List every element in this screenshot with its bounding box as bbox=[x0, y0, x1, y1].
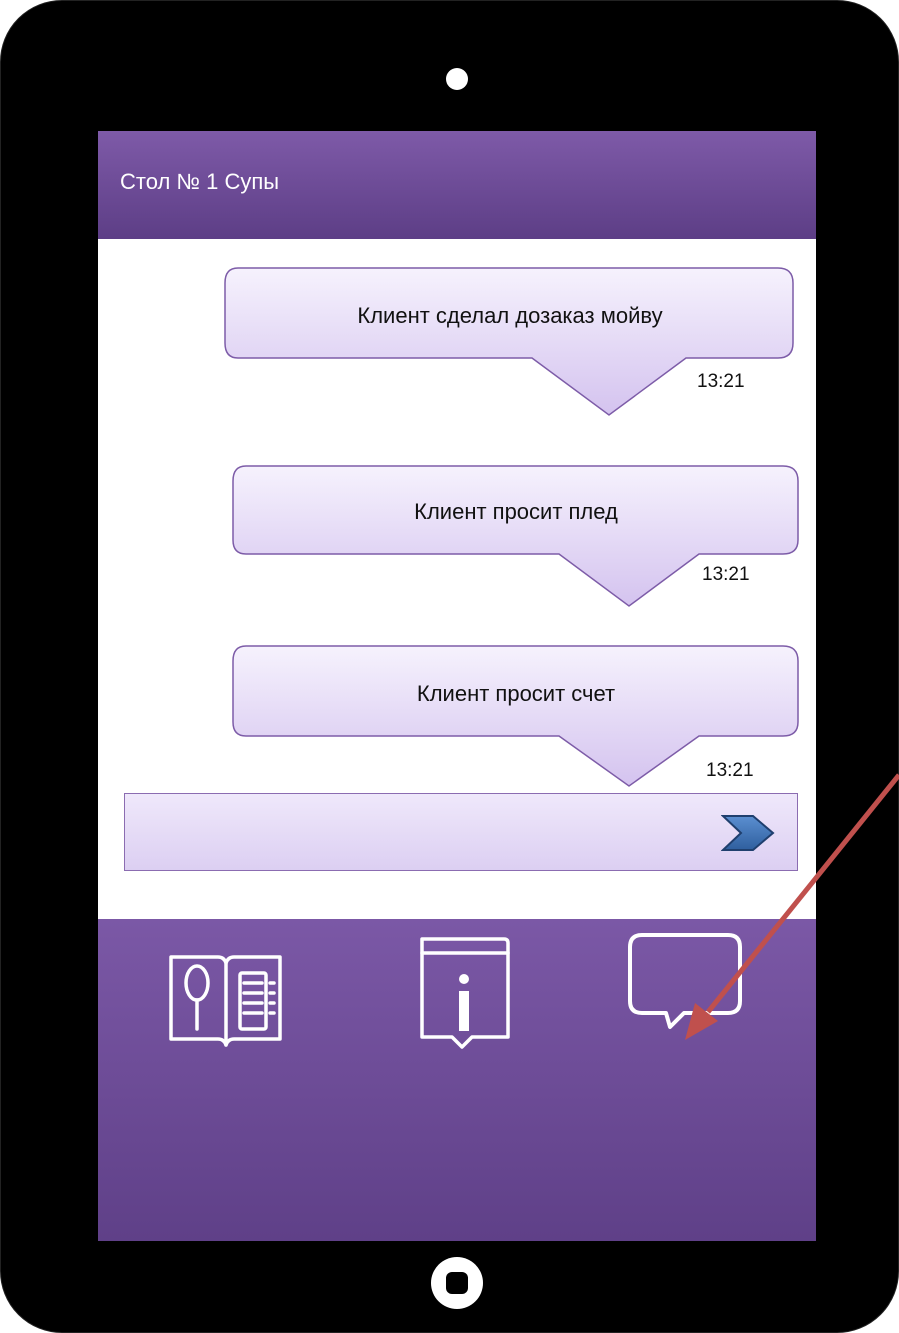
message-text: Клиент сделал дозаказ мойву bbox=[357, 303, 663, 328]
message-time: 13:21 bbox=[702, 564, 750, 585]
app-screen: Стол № 1 Супы Клиент сделал дозаказ мойв… bbox=[98, 131, 816, 1241]
message-text: Клиент просит счет bbox=[416, 681, 616, 706]
message-text: Клиент просит плед bbox=[414, 499, 618, 524]
message-bubble[interactable]: Клиент просит счет 13:21 bbox=[232, 645, 800, 789]
tablet-frame: Стол № 1 Супы Клиент сделал дозаказ мойв… bbox=[0, 0, 899, 1333]
app-header: Стол № 1 Супы bbox=[98, 131, 816, 239]
home-button[interactable] bbox=[431, 1257, 483, 1309]
message-time: 13:21 bbox=[697, 371, 745, 392]
chat-icon[interactable] bbox=[626, 931, 744, 1039]
message-bubble[interactable]: Клиент сделал дозаказ мойву 13:21 bbox=[224, 267, 796, 417]
camera-dot bbox=[446, 68, 468, 90]
send-icon[interactable] bbox=[721, 814, 775, 852]
speech-bubble-shape bbox=[224, 267, 794, 416]
message-bubble[interactable]: Клиент просит плед 13:21 bbox=[232, 465, 800, 609]
message-input[interactable] bbox=[124, 793, 798, 871]
tab-bar bbox=[98, 919, 816, 1241]
message-time: 13:21 bbox=[706, 760, 754, 781]
page-title: Стол № 1 Супы bbox=[120, 169, 280, 194]
info-icon[interactable] bbox=[416, 935, 512, 1059]
menu-book-icon[interactable] bbox=[168, 947, 284, 1051]
speech-bubble-shape bbox=[232, 465, 799, 607]
